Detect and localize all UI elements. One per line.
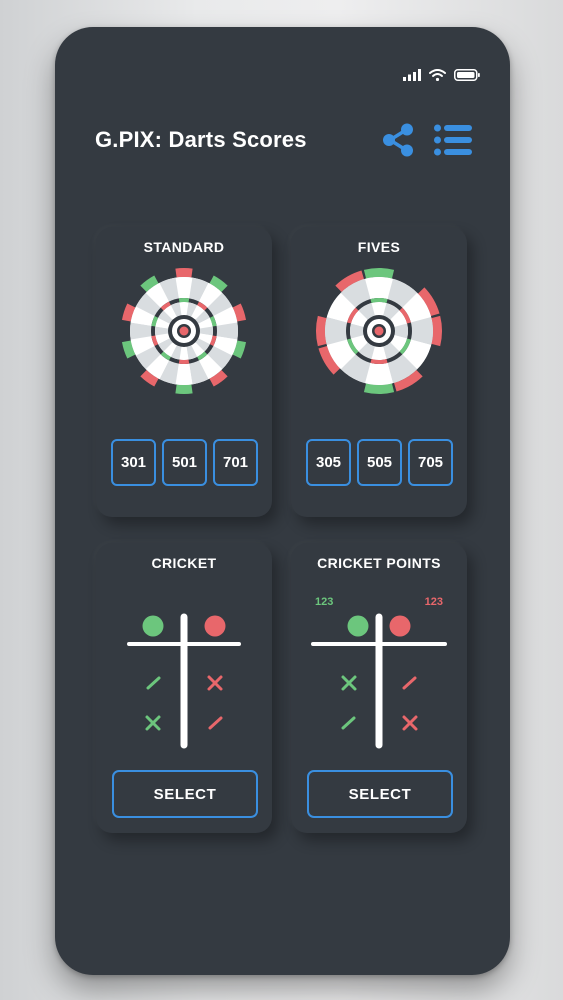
share-button[interactable] — [382, 123, 414, 157]
left-points-label: 123 — [315, 596, 334, 608]
score-options: 301 501 701 — [111, 439, 258, 486]
dartboard-icon — [316, 268, 442, 394]
select-cricket-button[interactable]: SELECT — [112, 770, 258, 818]
card-title: CRICKET POINTS — [317, 555, 441, 571]
score-options: 305 505 705 — [306, 439, 453, 486]
wifi-icon — [429, 69, 446, 81]
card-title: FIVES — [357, 239, 401, 255]
list-menu-icon — [434, 124, 472, 156]
score-301-button[interactable]: 301 — [111, 439, 156, 486]
signal-icon — [403, 69, 421, 81]
card-cricket[interactable]: CRICKET SELECT — [96, 543, 272, 833]
select-cricket-points-button[interactable]: SELECT — [307, 770, 453, 818]
score-705-button[interactable]: 705 — [408, 439, 453, 486]
card-cricket-points[interactable]: CRICKET POINTS 123 123 SELECT — [291, 543, 467, 833]
card-fives[interactable]: FIVES 305 505 705 — [291, 227, 467, 517]
status-bar — [403, 69, 480, 81]
app-title: G.PIX: Darts Scores — [95, 127, 307, 152]
menu-button[interactable] — [434, 124, 472, 156]
card-title: CRICKET — [151, 555, 217, 571]
dartboard-icon — [121, 268, 247, 394]
cricket-tally-icon — [127, 613, 241, 749]
score-501-button[interactable]: 501 — [162, 439, 207, 486]
phone-frame: G.PIX: Darts Scores STANDARD 301 501 701… — [55, 27, 510, 975]
score-505-button[interactable]: 505 — [357, 439, 402, 486]
card-title: STANDARD — [143, 239, 225, 255]
header-actions — [382, 123, 472, 157]
share-icon — [383, 123, 413, 157]
battery-icon — [454, 69, 480, 81]
card-standard[interactable]: STANDARD 301 501 701 — [96, 227, 272, 517]
score-305-button[interactable]: 305 — [306, 439, 351, 486]
cricket-points-tally-icon — [311, 613, 447, 749]
score-701-button[interactable]: 701 — [213, 439, 258, 486]
right-points-label: 123 — [424, 596, 443, 608]
